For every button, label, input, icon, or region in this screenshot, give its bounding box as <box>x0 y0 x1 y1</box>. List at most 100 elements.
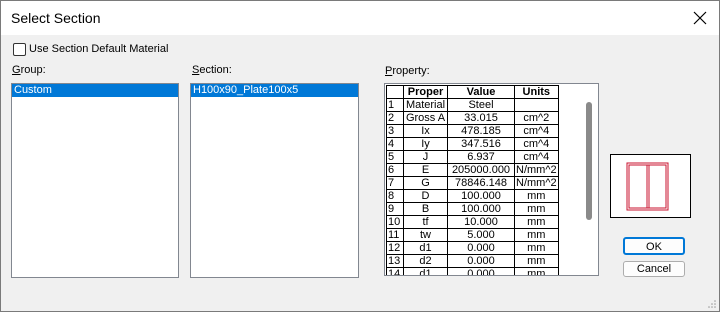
table-row[interactable]: 6 E 205000.000 N/mm^2 <box>386 163 559 177</box>
property-value-cell[interactable]: 0.000 <box>447 254 515 268</box>
ok-button[interactable]: OK <box>623 237 685 255</box>
row-index-cell[interactable]: 5 <box>386 150 404 164</box>
property-value-cell[interactable]: 205000.000 <box>447 163 515 177</box>
table-row[interactable]: 1 Material Steel <box>386 98 559 112</box>
row-index-cell[interactable]: 4 <box>386 137 404 151</box>
table-row[interactable]: 13 d2 0.000 mm <box>386 254 559 268</box>
property-name-cell[interactable]: Gross A <box>403 111 448 125</box>
property-table: Proper Value Units 1 Material Steel 2 Gross … <box>386 85 559 275</box>
property-name-cell[interactable]: tw <box>403 228 448 242</box>
property-name-cell[interactable]: G <box>403 176 448 190</box>
property-units-cell[interactable]: N/mm^2 <box>514 176 559 190</box>
row-index-cell[interactable]: 13 <box>386 254 404 268</box>
row-index-cell[interactable]: 3 <box>386 124 404 138</box>
property-name-cell[interactable]: D <box>403 189 448 203</box>
property-units-cell[interactable]: cm^2 <box>514 111 559 125</box>
property-units-cell[interactable]: cm^4 <box>514 124 559 138</box>
row-index-cell[interactable]: 1 <box>386 98 404 112</box>
row-index-cell[interactable]: 14 <box>386 267 404 275</box>
property-name-cell[interactable]: E <box>403 163 448 177</box>
property-name-cell[interactable]: d1 <box>403 267 448 275</box>
window-title: Select Section <box>11 10 101 26</box>
property-units-cell[interactable]: mm <box>514 254 559 268</box>
property-name-cell[interactable]: J <box>403 150 448 164</box>
row-index-cell[interactable]: 9 <box>386 202 404 216</box>
property-value-cell[interactable]: 78846.148 <box>447 176 515 190</box>
property-name-cell[interactable]: d1 <box>403 241 448 255</box>
table-row[interactable]: 8 D 100.000 mm <box>386 189 559 203</box>
section-item[interactable]: H100x90_Plate100x5 <box>191 84 358 97</box>
property-units-cell[interactable]: N/mm^2 <box>514 163 559 177</box>
property-label: Property: <box>385 65 430 77</box>
scroll-thumb[interactable] <box>586 102 592 220</box>
header-value: Value <box>447 85 515 99</box>
property-units-cell[interactable]: mm <box>514 202 559 216</box>
property-label-rest: roperty: <box>392 65 430 77</box>
section-preview <box>610 154 691 218</box>
title-bar: Select Section <box>1 1 719 35</box>
property-value-cell[interactable]: 33.015 <box>447 111 515 125</box>
group-listbox[interactable]: Custom <box>11 83 179 278</box>
property-value-cell[interactable]: 0.000 <box>447 267 515 275</box>
property-value-cell[interactable]: 5.000 <box>447 228 515 242</box>
property-name-cell[interactable]: B <box>403 202 448 216</box>
property-name-cell[interactable]: d2 <box>403 254 448 268</box>
table-row[interactable]: 14 d1 0.000 mm <box>386 267 559 275</box>
table-row[interactable]: 10 tf 10.000 mm <box>386 215 559 229</box>
row-index-cell[interactable]: 8 <box>386 189 404 203</box>
property-units-cell[interactable]: cm^4 <box>514 137 559 151</box>
row-index-cell[interactable]: 10 <box>386 215 404 229</box>
table-row[interactable]: 2 Gross A 33.015 cm^2 <box>386 111 559 125</box>
table-row[interactable]: 12 d1 0.000 mm <box>386 241 559 255</box>
header-index <box>386 85 404 99</box>
close-icon <box>693 11 707 25</box>
section-listbox[interactable]: H100x90_Plate100x5 <box>190 83 359 278</box>
property-value-cell[interactable]: 10.000 <box>447 215 515 229</box>
table-row[interactable]: 9 B 100.000 mm <box>386 202 559 216</box>
property-value-cell[interactable]: Steel <box>447 98 515 112</box>
property-value-cell[interactable]: 347.516 <box>447 137 515 151</box>
group-label: Group: <box>12 64 46 76</box>
resize-grip-icon[interactable] <box>707 299 717 309</box>
header-units: Units <box>514 85 559 99</box>
table-row[interactable]: 4 Iy 347.516 cm^4 <box>386 137 559 151</box>
cancel-button[interactable]: Cancel <box>623 261 685 277</box>
property-units-cell[interactable]: mm <box>514 215 559 229</box>
property-rows: 1 Material Steel 2 Gross A 33.015 cm^2 3 Ix 478.1… <box>386 98 559 275</box>
table-row[interactable]: 11 tw 5.000 mm <box>386 228 559 242</box>
property-name-cell[interactable]: Iy <box>403 137 448 151</box>
property-value-cell[interactable]: 100.000 <box>447 189 515 203</box>
property-units-cell[interactable]: mm <box>514 241 559 255</box>
row-index-cell[interactable]: 12 <box>386 241 404 255</box>
checkbox-box[interactable] <box>13 42 26 56</box>
checkbox-label: Use Section Default Material <box>29 43 169 55</box>
property-units-cell[interactable]: mm <box>514 228 559 242</box>
row-index-cell[interactable]: 2 <box>386 111 404 125</box>
property-name-cell[interactable]: Material <box>403 98 448 112</box>
close-button[interactable] <box>691 9 709 27</box>
property-units-cell[interactable]: cm^4 <box>514 150 559 164</box>
property-value-cell[interactable]: 6.937 <box>447 150 515 164</box>
table-row[interactable]: 7 G 78846.148 N/mm^2 <box>386 176 559 190</box>
property-units-cell[interactable] <box>514 98 559 112</box>
group-item-custom[interactable]: Custom <box>12 84 178 97</box>
property-name-cell[interactable]: tf <box>403 215 448 229</box>
property-value-cell[interactable]: 0.000 <box>447 241 515 255</box>
property-name-cell[interactable]: Ix <box>403 124 448 138</box>
table-row[interactable]: 5 J 6.937 cm^4 <box>386 150 559 164</box>
property-scrollbar[interactable] <box>581 84 598 275</box>
group-label-accel: G <box>12 64 21 76</box>
property-units-cell[interactable]: mm <box>514 267 559 275</box>
property-grid[interactable]: Proper Value Units 1 Material Steel 2 Gross … <box>384 83 599 276</box>
row-index-cell[interactable]: 7 <box>386 176 404 190</box>
property-value-cell[interactable]: 478.185 <box>447 124 515 138</box>
property-header-row: Proper Value Units <box>386 85 559 99</box>
property-value-cell[interactable]: 100.000 <box>447 202 515 216</box>
default-material-checkbox[interactable]: Use Section Default Material <box>13 41 168 57</box>
row-index-cell[interactable]: 11 <box>386 228 404 242</box>
section-label: Section: <box>192 64 232 76</box>
table-row[interactable]: 3 Ix 478.185 cm^4 <box>386 124 559 138</box>
row-index-cell[interactable]: 6 <box>386 163 404 177</box>
property-units-cell[interactable]: mm <box>514 189 559 203</box>
section-label-rest: ection: <box>199 64 232 76</box>
